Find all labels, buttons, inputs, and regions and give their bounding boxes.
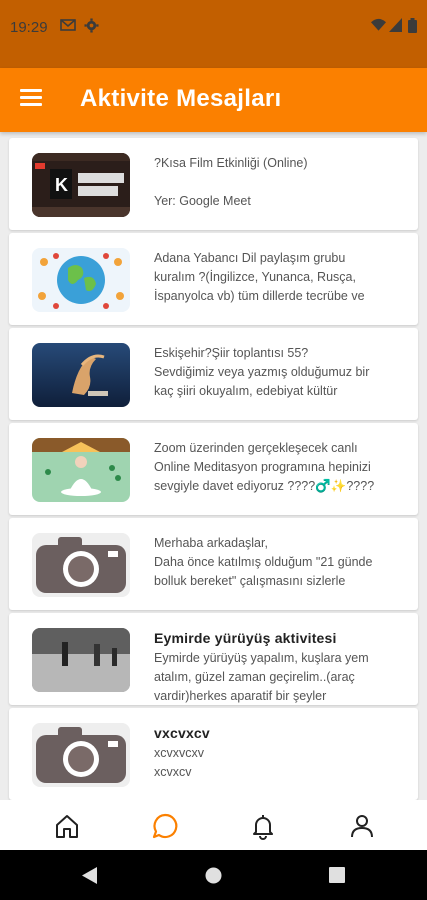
message-title: vxcvxcv <box>154 725 210 741</box>
activity-message-list[interactable]: K ?Kısa Film Etkinliği (Online) Yer: Goo… <box>0 132 427 800</box>
message-card[interactable]: Eymirde yürüyüş aktivitesi Eymirde yürüy… <box>9 613 418 705</box>
message-line: Adana Yabancı Dil paylaşım grubu <box>154 251 346 265</box>
message-card[interactable]: Eskişehir?Şiir toplantısı 55? Sevdiğimiz… <box>9 328 418 420</box>
settings-icon <box>84 18 99 38</box>
camera-mosaic-thumbnail <box>32 723 130 787</box>
message-line: Online Meditasyon programına hepinizi <box>154 460 371 474</box>
message-text: Eymirde yürüyüş aktivitesi Eymirde yürüy… <box>154 629 404 706</box>
bottom-navigation <box>0 800 427 850</box>
message-card[interactable]: Adana Yabancı Dil paylaşım grubu kuralım… <box>9 233 418 325</box>
message-title: Eymirde yürüyüş aktivitesi <box>154 630 337 646</box>
message-line: Eymirde yürüyüş yapalım, kuşlara yem <box>154 651 369 665</box>
back-icon[interactable] <box>82 867 98 889</box>
message-line: xcvxcv <box>154 765 192 779</box>
message-text: ?Kısa Film Etkinliği (Online) Yer: Googl… <box>154 154 404 211</box>
battery-icon <box>408 18 417 38</box>
walking-thumbnail <box>32 628 130 692</box>
hamburger-menu-icon[interactable] <box>20 89 42 111</box>
message-text: vxcvxcv xcvxvcxv xcvxcv <box>154 724 404 782</box>
message-line: Yer: Google Meet <box>154 194 251 208</box>
message-line: Merhaba arkadaşlar, <box>154 536 268 550</box>
message-line: atalım, güzel zaman geçirelim..(araç <box>154 670 355 684</box>
bell-icon[interactable] <box>249 812 277 840</box>
home-circle-icon[interactable] <box>205 867 222 889</box>
message-line: kaç şiiri okuyalım, edebiyat kültür <box>154 384 338 398</box>
message-card[interactable]: K ?Kısa Film Etkinliği (Online) Yer: Goo… <box>9 138 418 230</box>
message-line: xcvxvcxv <box>154 746 204 760</box>
home-icon[interactable] <box>53 812 81 840</box>
message-line: Sevdiğimiz veya yazmış olduğumuz bir <box>154 365 370 379</box>
globe-thumbnail <box>32 248 130 312</box>
message-text: Zoom üzerinden gerçekleşecek canlı Onlin… <box>154 439 404 496</box>
message-card[interactable]: Zoom üzerinden gerçekleşecek canlı Onlin… <box>9 423 418 515</box>
message-card[interactable]: Merhaba arkadaşlar, Daha önce katılmış o… <box>9 518 418 610</box>
app-bar: Aktivite Mesajları <box>0 68 427 132</box>
message-text: Merhaba arkadaşlar, Daha önce katılmış o… <box>154 534 404 591</box>
message-line: kuralım ?(İngilizce, Yunanca, Rusça, <box>154 270 356 284</box>
system-navigation-bar <box>0 850 427 900</box>
message-line <box>154 173 404 192</box>
status-time: 19:29 <box>10 19 48 36</box>
message-line: sevgiyle davet ediyoruz ????♂️✨???? <box>154 479 375 493</box>
meditation-thumbnail <box>32 438 130 502</box>
message-line: ?Kısa Film Etkinliği (Online) <box>154 156 308 170</box>
message-text: Eskişehir?Şiir toplantısı 55? Sevdiğimiz… <box>154 344 404 401</box>
chat-icon[interactable] <box>151 812 179 840</box>
gmail-icon <box>60 18 76 37</box>
film-event-thumbnail: K <box>32 153 130 217</box>
message-line: bolluk bereket" çalışmasını sizlerle <box>154 574 346 588</box>
signal-icon <box>389 18 402 37</box>
message-line: vardir)herkes aparatif bir şeyler <box>154 689 327 703</box>
camera-mosaic-thumbnail <box>32 533 130 597</box>
recents-icon[interactable] <box>329 867 345 888</box>
message-text: Adana Yabancı Dil paylaşım grubu kuralım… <box>154 249 404 306</box>
message-line: Zoom üzerinden gerçekleşecek canlı <box>154 441 358 455</box>
svg-text:K: K <box>55 175 68 195</box>
book-art-thumbnail <box>32 343 130 407</box>
page-title: Aktivite Mesajları <box>80 85 282 112</box>
wifi-icon <box>371 18 386 37</box>
profile-icon[interactable] <box>348 812 376 840</box>
message-card[interactable]: vxcvxcv xcvxvcxv xcvxcv <box>9 708 418 800</box>
status-bar: 19:29 <box>0 0 427 68</box>
message-line: İspanyolca vb) tüm dillerde tecrübe ve <box>154 289 365 303</box>
message-line: Daha önce katılmış olduğum "21 günde <box>154 555 373 569</box>
message-line: Eskişehir?Şiir toplantısı 55? <box>154 346 309 360</box>
